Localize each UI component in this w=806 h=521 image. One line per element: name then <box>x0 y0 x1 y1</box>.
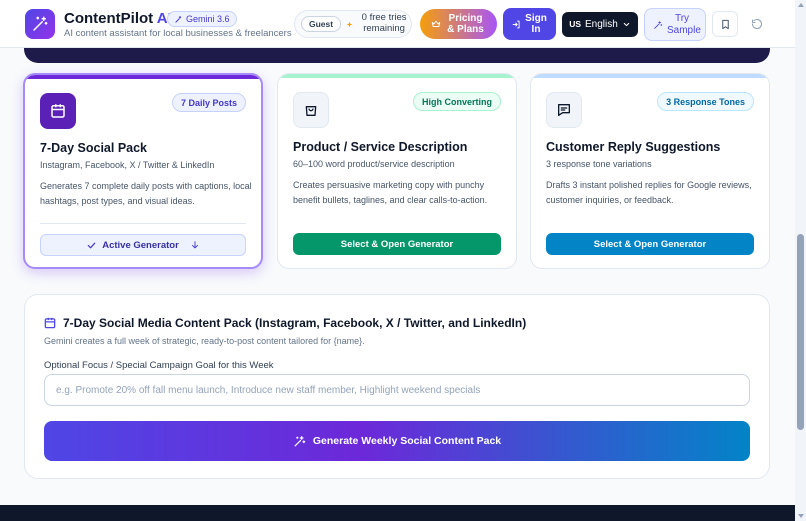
pricing-plans-button[interactable]: Pricing & Plans <box>420 9 497 39</box>
try-sample-label: Try Sample <box>667 13 701 36</box>
login-icon <box>512 20 520 28</box>
active-generator-label: Active Generator <box>102 239 179 251</box>
sign-in-button[interactable]: Sign In <box>503 8 556 40</box>
card-divider <box>40 223 246 224</box>
select-open-generator-label: Select & Open Generator <box>593 238 707 250</box>
focus-goal-label: Optional Focus / Special Campaign Goal f… <box>44 360 274 371</box>
focus-goal-input[interactable] <box>44 374 750 406</box>
card-subtitle: 60–100 word product/service description <box>293 159 455 169</box>
top-header: ContentPilot AI AI content assistant for… <box>0 0 795 48</box>
card-badge: High Converting <box>413 92 501 111</box>
brand-name: ContentPilot AI <box>64 10 172 27</box>
select-open-generator-label: Select & Open Generator <box>340 238 454 250</box>
form-title-text: 7-Day Social Media Content Pack (Instagr… <box>63 316 527 330</box>
card-subtitle: Instagram, Facebook, X / Twitter & Linke… <box>40 160 215 170</box>
star-icon <box>346 21 353 27</box>
page-footer <box>0 505 795 521</box>
generator-card-customer-reply[interactable]: 3 Response Tones Customer Reply Suggesti… <box>530 73 770 269</box>
card-subtitle: 3 response tone variations <box>546 159 652 169</box>
usage-status: Guest 0 free tries remaining <box>294 10 412 38</box>
chevron-down-icon <box>623 22 630 27</box>
card-description: Creates persuasive marketing copy with p… <box>293 180 488 205</box>
bookmark-icon <box>721 19 729 29</box>
generator-card-social-pack[interactable]: 7 Daily Posts 7-Day Social Pack Instagra… <box>23 73 263 269</box>
reset-button[interactable] <box>744 11 770 37</box>
vertical-scrollbar[interactable] <box>795 0 806 521</box>
active-generator-button[interactable]: Active Generator <box>40 234 246 256</box>
pricing-plans-label: Pricing & Plans <box>447 12 484 36</box>
social-pack-generator-form: 7-Day Social Media Content Pack (Instagr… <box>24 294 770 479</box>
select-open-generator-button[interactable]: Select & Open Generator <box>546 233 754 255</box>
logo-wand-icon[interactable] <box>25 9 55 39</box>
card-accent-line <box>531 74 769 78</box>
card-badge: 7 Daily Posts <box>171 93 246 112</box>
model-badge: Gemini 3.6 <box>167 11 237 27</box>
card-title: Customer Reply Suggestions <box>546 140 721 154</box>
language-label: English <box>585 18 618 30</box>
generator-card-product-description[interactable]: High Converting Product / Service Descri… <box>277 73 517 269</box>
language-selector[interactable]: US English <box>562 12 638 37</box>
crown-icon <box>431 20 440 27</box>
card-badge: 3 Response Tones <box>657 92 754 111</box>
try-sample-button[interactable]: Try Sample <box>644 8 706 41</box>
brand-name-text: ContentPilot <box>64 10 154 27</box>
refresh-icon <box>751 18 763 30</box>
sign-in-label: Sign In <box>525 12 547 36</box>
generate-weekly-content-label: Generate Weekly Social Content Pack <box>312 435 502 447</box>
free-tries-remaining: 0 free tries remaining <box>361 12 407 34</box>
bookmark-button[interactable] <box>712 11 738 37</box>
card-title: Product / Service Description <box>293 140 468 154</box>
scroll-up-arrow-icon[interactable] <box>798 3 804 7</box>
card-description: Generates 7 complete daily posts with ca… <box>40 181 252 206</box>
check-icon <box>87 242 96 248</box>
wand-icon <box>654 20 663 29</box>
guest-tag: Guest <box>301 16 342 32</box>
card-accent-line <box>25 75 261 79</box>
scrollbar-thumb[interactable] <box>797 234 804 430</box>
scroll-down-arrow-icon[interactable] <box>798 514 804 518</box>
sparkle-wand-icon <box>294 435 306 446</box>
card-description: Drafts 3 instant polished replies for Go… <box>546 180 752 205</box>
message-square-icon <box>546 92 582 128</box>
model-badge-label: Gemini 3.6 <box>186 14 230 24</box>
card-accent-line <box>278 74 516 78</box>
generate-weekly-content-button[interactable]: Generate Weekly Social Content Pack <box>44 421 750 461</box>
card-title: 7-Day Social Pack <box>40 141 148 155</box>
brand-tagline: AI content assistant for local businesse… <box>64 28 292 39</box>
us-flag-icon: US <box>569 18 581 29</box>
select-open-generator-button[interactable]: Select & Open Generator <box>293 233 501 255</box>
calendar-icon <box>44 317 56 329</box>
shopping-bag-icon <box>293 92 329 128</box>
form-title: 7-Day Social Media Content Pack (Instagr… <box>43 316 526 330</box>
arrow-down-icon <box>191 241 198 249</box>
form-subtitle: Gemini creates a full week of strategic,… <box>44 336 365 346</box>
calendar-icon <box>40 93 76 129</box>
sparkle-icon <box>175 15 182 23</box>
